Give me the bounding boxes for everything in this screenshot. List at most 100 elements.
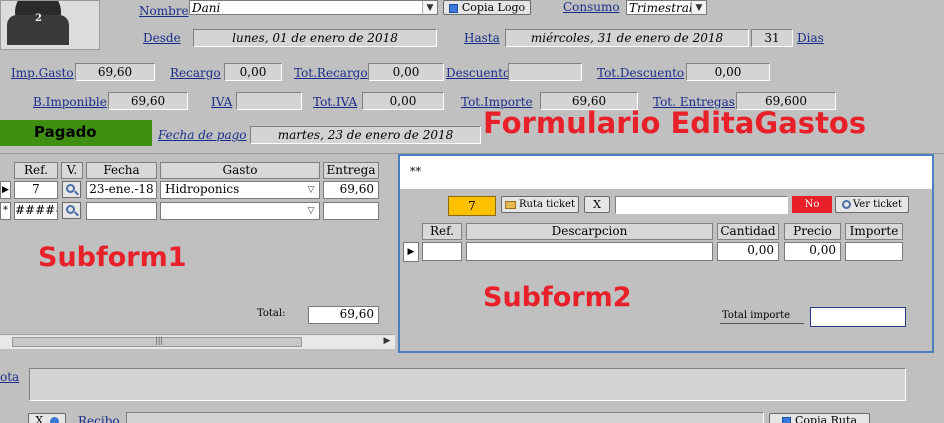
recibo-label: Recibo <box>78 414 120 423</box>
subform2-col-descripcion: Descarpcion <box>466 223 713 240</box>
subform1: Ref. V. Fecha Gasto Entrega ▶ 7 23-ene.-… <box>0 156 395 352</box>
copia-logo-label: Copia Logo <box>461 1 526 14</box>
nota-field[interactable] <box>29 368 906 401</box>
consumo-combo[interactable]: Trimestral ▼ <box>626 0 707 15</box>
imp-gasto-label: Imp.Gasto <box>11 66 74 80</box>
subform2-ref-value: 7 <box>468 199 476 213</box>
chevron-down-icon[interactable]: ▼ <box>691 1 706 14</box>
subform1-row1-gasto[interactable]: Hidroponics ▽ <box>160 181 320 199</box>
chevron-down-icon[interactable]: ▽ <box>304 183 318 197</box>
subform1-col-fecha: Fecha <box>86 162 157 179</box>
descuento-field[interactable] <box>508 63 582 81</box>
tot-recargo-field[interactable]: 0,00 <box>368 63 444 81</box>
ver-ticket-label: Ver ticket <box>853 199 902 210</box>
tot-iva-field[interactable]: 0,00 <box>362 92 444 110</box>
subform1-row2-ref[interactable]: ##### <box>14 202 58 220</box>
subform2-ref-field[interactable]: 7 <box>448 196 496 216</box>
no-badge-label: No <box>804 199 820 210</box>
subform2-row-cantidad[interactable]: 0,00 <box>717 242 779 261</box>
subform1-row1-ref[interactable]: 7 <box>14 181 58 199</box>
total-importe-field[interactable] <box>810 307 906 327</box>
subform1-row2-gasto[interactable]: ▽ <box>160 202 320 220</box>
recargo-field[interactable]: 0,00 <box>224 63 282 81</box>
b-imponible-field[interactable]: 69,60 <box>108 92 188 110</box>
total-importe-underline <box>720 323 804 324</box>
hasta-field[interactable]: miércoles, 31 de enero de 2018 <box>505 29 749 47</box>
copy-icon <box>448 3 458 13</box>
folder-icon <box>505 200 517 209</box>
subform2-row-ref[interactable] <box>422 242 462 261</box>
magnifier-handle <box>74 190 79 196</box>
subform1-col-gasto: Gasto <box>160 162 320 179</box>
recibo-field[interactable] <box>126 412 764 423</box>
pagado-status: Pagado <box>0 120 152 146</box>
consumo-value: Trimestral <box>629 1 693 15</box>
subform2-col-ref: Ref. <box>422 223 462 240</box>
subform1-col-ref: Ref. <box>14 162 58 179</box>
subform1-row1-entrega[interactable]: 69,60 <box>323 181 379 199</box>
nombre-label: Nombre <box>139 4 189 18</box>
iva-field[interactable] <box>236 92 302 110</box>
descuento-label: Descuento <box>446 66 511 80</box>
copy-icon <box>782 416 791 423</box>
tot-iva-label: Tot.IVA <box>313 95 358 109</box>
record-selector-icon[interactable]: ▶ <box>0 181 11 199</box>
dias-field[interactable]: 31 <box>751 29 793 47</box>
arrow-right-icon <box>49 416 59 423</box>
subform1-annotation: Subform1 <box>38 242 187 273</box>
record-selector-icon[interactable]: ▶ <box>403 242 419 262</box>
close-icon: X <box>593 198 601 211</box>
subform1-row1-gasto-value: Hidroponics <box>165 182 240 196</box>
chevron-down-icon[interactable]: ▽ <box>304 204 318 218</box>
ruta-ticket-label: Ruta ticket <box>519 199 575 210</box>
subform2-annotation: Subform2 <box>483 282 632 313</box>
subform2-col-precio: Precio <box>784 223 841 240</box>
chevron-down-icon[interactable]: ▼ <box>422 1 437 14</box>
subform2-col-cantidad: Cantidad <box>717 223 779 240</box>
subform1-col-v: V. <box>61 162 83 179</box>
scroll-right-icon[interactable]: ▶ <box>381 335 393 348</box>
subform2: ** 7 Ruta ticket X No Ver ticket Ref. De… <box>398 154 934 353</box>
ticket-path-field[interactable] <box>615 196 788 214</box>
photo-number: 2 <box>35 13 42 24</box>
copia-ruta-label: Copia Ruta <box>795 414 857 423</box>
copia-logo-button[interactable]: Copia Logo <box>443 0 531 15</box>
subform1-hscrollbar[interactable]: ||| ▶ <box>0 334 395 349</box>
subform2-row-descripcion[interactable] <box>466 242 713 261</box>
ruta-ticket-button[interactable]: Ruta ticket <box>501 196 579 213</box>
imp-gasto-field[interactable]: 69,60 <box>75 63 155 81</box>
subform1-row1-fecha[interactable]: 23-ene.-18 <box>86 181 157 199</box>
subform2-row-precio[interactable]: 0,00 <box>784 242 841 261</box>
recargo-label: Recargo <box>170 66 221 80</box>
no-badge: No <box>792 196 832 213</box>
search-icon[interactable] <box>62 202 81 219</box>
copia-ruta-button[interactable]: Copia Ruta <box>769 413 870 423</box>
form-title-annotation: Formulario EditaGastos <box>483 106 867 140</box>
scroll-grip: ||| <box>155 336 164 345</box>
ver-ticket-button[interactable]: Ver ticket <box>835 196 909 213</box>
magnifier-handle <box>74 211 79 217</box>
new-record-icon[interactable]: * <box>0 202 11 220</box>
subform1-total-field[interactable]: 69,60 <box>308 306 379 324</box>
desde-field[interactable]: lunes, 01 de enero de 2018 <box>193 29 437 47</box>
clear-button[interactable]: X <box>584 196 610 213</box>
fecha-pago-field[interactable]: martes, 23 de enero de 2018 <box>250 126 481 144</box>
subform2-title: ** <box>410 165 421 178</box>
tot-recargo-label: Tot.Recargo <box>294 66 368 80</box>
subform2-header-band: ** <box>400 156 932 189</box>
hasta-label: Hasta <box>464 31 500 45</box>
x-button[interactable]: X <box>28 413 66 423</box>
iva-label: IVA <box>211 95 233 109</box>
pagado-label: Pagado <box>34 123 97 141</box>
x-label: X <box>35 414 44 423</box>
search-icon[interactable] <box>62 181 81 198</box>
tot-descuento-label: Tot.Descuento <box>597 66 685 80</box>
subform1-total-label: Total: <box>257 308 286 319</box>
tot-descuento-field[interactable]: 0,00 <box>686 63 770 81</box>
nombre-combo[interactable]: Dani ▼ <box>189 0 438 15</box>
subform1-row2-entrega[interactable] <box>323 202 379 220</box>
subform2-row-importe[interactable] <box>845 242 903 261</box>
subform2-col-importe: Importe <box>845 223 903 240</box>
nota-label: ota <box>0 370 20 384</box>
subform1-row2-fecha[interactable] <box>86 202 157 220</box>
